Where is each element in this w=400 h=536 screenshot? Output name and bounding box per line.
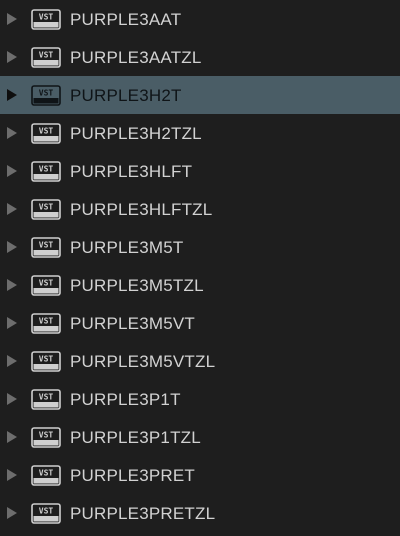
expand-arrow-icon[interactable] [7, 241, 17, 253]
browser-list-item[interactable]: VST PURPLE3AAT [0, 0, 400, 38]
plugin-browser-list: VST PURPLE3AAT VST PURPLE3AATZL VST PURP… [0, 0, 400, 536]
svg-text:VST: VST [39, 12, 54, 21]
vst-plugin-icon: VST [31, 46, 61, 68]
svg-text:VST: VST [39, 50, 54, 59]
svg-text:VST: VST [39, 430, 54, 439]
svg-text:VST: VST [39, 88, 54, 97]
expand-arrow-icon[interactable] [7, 507, 17, 519]
expand-arrow-icon[interactable] [7, 203, 17, 215]
browser-item-label: PURPLE3PRETZL [70, 503, 216, 523]
browser-list-item[interactable]: VST PURPLE3P1T [0, 380, 400, 418]
svg-text:VST: VST [39, 164, 54, 173]
browser-list-item[interactable]: VST PURPLE3H2T [0, 76, 400, 114]
vst-plugin-icon: VST [31, 274, 61, 296]
browser-item-label: PURPLE3M5VTZL [70, 351, 216, 371]
browser-list-item[interactable]: VST PURPLE3PRET [0, 456, 400, 494]
vst-plugin-icon: VST [31, 198, 61, 220]
vst-plugin-icon: VST [31, 312, 61, 334]
browser-item-label: PURPLE3AAT [70, 9, 182, 29]
expand-arrow-icon[interactable] [7, 279, 17, 291]
browser-list-item[interactable]: VST PURPLE3P1TZL [0, 418, 400, 456]
browser-list-item[interactable]: VST PURPLE3HLFT [0, 152, 400, 190]
expand-arrow-icon[interactable] [7, 469, 17, 481]
svg-text:VST: VST [39, 202, 54, 211]
vst-plugin-icon: VST [31, 236, 61, 258]
browser-item-label: PURPLE3P1T [70, 389, 181, 409]
svg-text:VST: VST [39, 316, 54, 325]
browser-item-label: PURPLE3H2TZL [70, 123, 202, 143]
svg-text:VST: VST [39, 240, 54, 249]
browser-item-label: PURPLE3M5VT [70, 313, 196, 333]
browser-list-item[interactable]: VST PURPLE3M5T [0, 228, 400, 266]
browser-item-label: PURPLE3M5TZL [70, 275, 204, 295]
browser-list-item[interactable]: VST PURPLE3M5VTZL [0, 342, 400, 380]
expand-arrow-icon[interactable] [7, 51, 17, 63]
vst-plugin-icon: VST [31, 388, 61, 410]
expand-arrow-icon[interactable] [7, 127, 17, 139]
browser-list-item[interactable]: VST PURPLE3M5TZL [0, 266, 400, 304]
svg-text:VST: VST [39, 126, 54, 135]
vst-plugin-icon: VST [31, 160, 61, 182]
browser-item-label: PURPLE3AATZL [70, 47, 202, 67]
browser-item-label: PURPLE3P1TZL [70, 427, 201, 447]
browser-item-label: PURPLE3HLFTZL [70, 199, 213, 219]
expand-arrow-icon[interactable] [7, 317, 17, 329]
svg-text:VST: VST [39, 506, 54, 515]
browser-item-label: PURPLE3HLFT [70, 161, 193, 181]
expand-arrow-icon[interactable] [7, 355, 17, 367]
expand-arrow-icon[interactable] [7, 89, 17, 101]
svg-text:VST: VST [39, 354, 54, 363]
vst-plugin-icon: VST [31, 426, 61, 448]
vst-plugin-icon: VST [31, 350, 61, 372]
browser-list-item[interactable]: VST PURPLE3PRETZL [0, 494, 400, 532]
vst-plugin-icon: VST [31, 122, 61, 144]
vst-plugin-icon: VST [31, 8, 61, 30]
svg-text:VST: VST [39, 468, 54, 477]
browser-list-item[interactable]: VST PURPLE3AATZL [0, 38, 400, 76]
expand-arrow-icon[interactable] [7, 431, 17, 443]
vst-plugin-icon: VST [31, 502, 61, 524]
expand-arrow-icon[interactable] [7, 393, 17, 405]
browser-item-label: PURPLE3H2T [70, 85, 182, 105]
svg-text:VST: VST [39, 278, 54, 287]
svg-text:VST: VST [39, 392, 54, 401]
browser-list-item[interactable]: VST PURPLE3H2TZL [0, 114, 400, 152]
expand-arrow-icon[interactable] [7, 13, 17, 25]
browser-item-label: PURPLE3M5T [70, 237, 184, 257]
vst-plugin-icon: VST [31, 84, 61, 106]
expand-arrow-icon[interactable] [7, 165, 17, 177]
browser-list-item[interactable]: VST PURPLE3M5VT [0, 304, 400, 342]
vst-plugin-icon: VST [31, 464, 61, 486]
browser-list-item[interactable]: VST PURPLE3HLFTZL [0, 190, 400, 228]
browser-item-label: PURPLE3PRET [70, 465, 196, 485]
